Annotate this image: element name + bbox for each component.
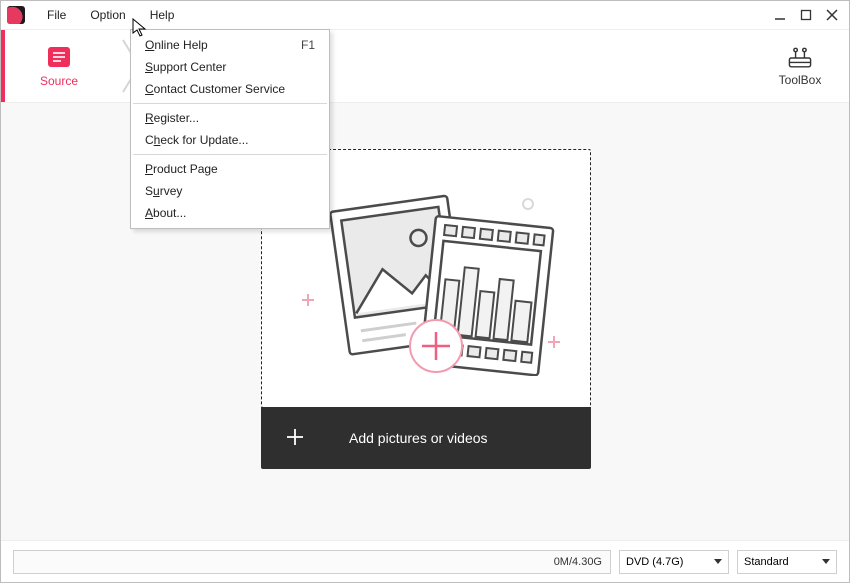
main-area: Add pictures or videos xyxy=(1,103,849,540)
toolbox-icon xyxy=(785,45,815,71)
active-indicator xyxy=(1,30,5,102)
chevron-down-icon xyxy=(714,559,722,564)
add-media-button[interactable]: Add pictures or videos xyxy=(261,407,591,469)
disc-size-value: DVD (4.7G) xyxy=(626,556,683,568)
help-contact-customer-service[interactable]: Contact Customer Service xyxy=(131,78,329,100)
help-online-help[interactable]: Online Help F1 xyxy=(131,34,329,56)
disc-size-select[interactable]: DVD (4.7G) xyxy=(619,550,729,574)
quality-value: Standard xyxy=(744,556,789,568)
close-button[interactable] xyxy=(825,8,839,22)
help-about[interactable]: About... xyxy=(131,202,329,224)
step-tabs: Source ToolBox xyxy=(1,29,849,103)
window-controls xyxy=(773,8,843,22)
menu-separator xyxy=(133,154,327,155)
help-check-update[interactable]: Check for Update... xyxy=(131,129,329,151)
help-product-page[interactable]: Product Page xyxy=(131,158,329,180)
step-source-label: Source xyxy=(40,74,78,88)
help-survey[interactable]: Survey xyxy=(131,180,329,202)
disc-usage-text: 0M/4.30G xyxy=(554,556,602,568)
app-icon xyxy=(7,6,25,24)
help-menu-dropdown: Online Help F1 Support Center Contact Cu… xyxy=(130,29,330,229)
menu-option[interactable]: Option xyxy=(78,1,137,29)
source-icon xyxy=(44,44,74,70)
shortcut-text: F1 xyxy=(301,38,315,52)
minimize-button[interactable] xyxy=(773,8,787,22)
add-media-label: Add pictures or videos xyxy=(349,430,488,446)
step-source[interactable]: Source xyxy=(1,30,117,102)
disc-usage-bar: 0M/4.30G xyxy=(13,550,611,574)
help-support-center[interactable]: Support Center xyxy=(131,56,329,78)
toolbox-button[interactable]: ToolBox xyxy=(757,30,843,102)
maximize-button[interactable] xyxy=(799,8,813,22)
help-register[interactable]: Register... xyxy=(131,107,329,129)
menu-help[interactable]: Help xyxy=(138,1,187,29)
plus-icon xyxy=(285,427,305,450)
chevron-down-icon xyxy=(822,559,830,564)
menu-bar: File Option Help xyxy=(1,1,849,29)
menu-separator xyxy=(133,103,327,104)
menu-file[interactable]: File xyxy=(35,1,78,29)
bottom-bar: 0M/4.30G DVD (4.7G) Standard xyxy=(1,540,849,582)
quality-select[interactable]: Standard xyxy=(737,550,837,574)
toolbox-label: ToolBox xyxy=(779,73,822,87)
